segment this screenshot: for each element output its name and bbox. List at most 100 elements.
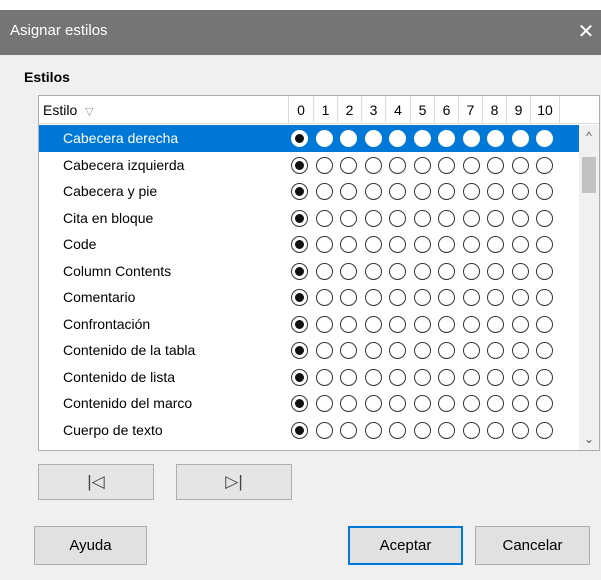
level-radio-0[interactable]: [291, 262, 308, 280]
level-radio-6[interactable]: [438, 236, 455, 253]
level-radio-10[interactable]: [536, 156, 553, 174]
level-radio-8[interactable]: [487, 315, 504, 333]
level-radio-10[interactable]: [536, 368, 553, 386]
level-radio-6[interactable]: [438, 315, 455, 333]
level-radio-1[interactable]: [316, 342, 333, 359]
level-radio-0[interactable]: [291, 183, 308, 200]
level-radio-6[interactable]: [438, 262, 455, 280]
level-radio-4[interactable]: [389, 315, 406, 333]
level-radio-9[interactable]: [512, 183, 529, 200]
level-radio-7[interactable]: [463, 156, 480, 174]
level-radio-5[interactable]: [414, 130, 431, 147]
level-radio-7[interactable]: [463, 421, 480, 439]
level-radio-5[interactable]: [414, 368, 431, 386]
level-radio-3[interactable]: [365, 421, 382, 439]
level-radio-10[interactable]: [536, 183, 553, 200]
level-radio-7[interactable]: [463, 130, 480, 147]
level-radio-9[interactable]: [512, 395, 529, 412]
level-radio-8[interactable]: [487, 421, 504, 439]
level-radio-0[interactable]: [291, 342, 308, 359]
level-radio-8[interactable]: [487, 395, 504, 412]
level-radio-4[interactable]: [389, 289, 406, 306]
style-row[interactable]: Comentario: [39, 284, 579, 311]
level-radio-9[interactable]: [512, 421, 529, 439]
level-radio-9[interactable]: [512, 342, 529, 359]
level-radio-10[interactable]: [536, 395, 553, 412]
level-radio-4[interactable]: [389, 156, 406, 174]
level-radio-2[interactable]: [340, 289, 357, 306]
ok-button[interactable]: Aceptar: [348, 526, 463, 565]
vertical-scrollbar[interactable]: ^ ⌄: [579, 125, 599, 450]
style-row[interactable]: Contenido de lista: [39, 364, 579, 391]
cancel-button[interactable]: Cancelar: [475, 526, 590, 565]
level-radio-3[interactable]: [365, 262, 382, 280]
style-row[interactable]: Confrontación: [39, 311, 579, 338]
level-radio-4[interactable]: [389, 183, 406, 200]
level-radio-5[interactable]: [414, 315, 431, 333]
level-radio-5[interactable]: [414, 262, 431, 280]
level-radio-7[interactable]: [463, 342, 480, 359]
level-radio-1[interactable]: [316, 395, 333, 412]
level-radio-5[interactable]: [414, 236, 431, 253]
style-row[interactable]: Column Contents: [39, 258, 579, 285]
level-radio-1[interactable]: [316, 262, 333, 280]
level-radio-10[interactable]: [536, 209, 553, 227]
level-radio-3[interactable]: [365, 183, 382, 200]
level-radio-0[interactable]: [291, 130, 308, 147]
level-radio-9[interactable]: [512, 209, 529, 227]
level-radio-4[interactable]: [389, 395, 406, 412]
level-radio-8[interactable]: [487, 130, 504, 147]
level-radio-4[interactable]: [389, 236, 406, 253]
level-radio-8[interactable]: [487, 209, 504, 227]
style-row[interactable]: Code: [39, 231, 579, 258]
level-radio-6[interactable]: [438, 395, 455, 412]
level-radio-4[interactable]: [389, 342, 406, 359]
style-row[interactable]: Cabecera derecha: [39, 125, 579, 152]
level-radio-9[interactable]: [512, 368, 529, 386]
level-radio-6[interactable]: [438, 342, 455, 359]
style-row[interactable]: Cabecera y pie: [39, 178, 579, 205]
level-radio-7[interactable]: [463, 289, 480, 306]
level-radio-1[interactable]: [316, 315, 333, 333]
level-radio-3[interactable]: [365, 236, 382, 253]
level-radio-0[interactable]: [291, 395, 308, 412]
level-radio-9[interactable]: [512, 289, 529, 306]
level-radio-1[interactable]: [316, 183, 333, 200]
level-radio-1[interactable]: [316, 421, 333, 439]
last-button[interactable]: ▷|: [176, 464, 292, 500]
level-radio-2[interactable]: [340, 209, 357, 227]
scroll-up-icon[interactable]: ^: [579, 125, 599, 147]
level-radio-4[interactable]: [389, 368, 406, 386]
level-radio-5[interactable]: [414, 395, 431, 412]
level-radio-3[interactable]: [365, 130, 382, 147]
level-radio-0[interactable]: [291, 289, 308, 306]
level-radio-0[interactable]: [291, 315, 308, 333]
level-radio-10[interactable]: [536, 421, 553, 439]
level-radio-9[interactable]: [512, 315, 529, 333]
level-radio-0[interactable]: [291, 368, 308, 386]
level-radio-5[interactable]: [414, 342, 431, 359]
level-radio-9[interactable]: [512, 236, 529, 253]
level-radio-1[interactable]: [316, 156, 333, 174]
scroll-down-icon[interactable]: ⌄: [579, 428, 599, 450]
level-radio-8[interactable]: [487, 183, 504, 200]
level-radio-10[interactable]: [536, 130, 553, 147]
level-radio-0[interactable]: [291, 421, 308, 439]
style-row[interactable]: Contenido de la tabla: [39, 337, 579, 364]
level-radio-10[interactable]: [536, 236, 553, 253]
level-radio-5[interactable]: [414, 209, 431, 227]
level-radio-1[interactable]: [316, 209, 333, 227]
level-radio-2[interactable]: [340, 236, 357, 253]
level-radio-5[interactable]: [414, 156, 431, 174]
level-radio-10[interactable]: [536, 342, 553, 359]
level-radio-10[interactable]: [536, 262, 553, 280]
level-radio-5[interactable]: [414, 289, 431, 306]
level-radio-10[interactable]: [536, 289, 553, 306]
level-radio-8[interactable]: [487, 342, 504, 359]
help-button[interactable]: Ayuda: [34, 526, 147, 565]
level-radio-6[interactable]: [438, 130, 455, 147]
level-radio-8[interactable]: [487, 262, 504, 280]
level-radio-7[interactable]: [463, 368, 480, 386]
level-radio-3[interactable]: [365, 368, 382, 386]
column-header-style[interactable]: Estilo ▽: [39, 96, 289, 124]
